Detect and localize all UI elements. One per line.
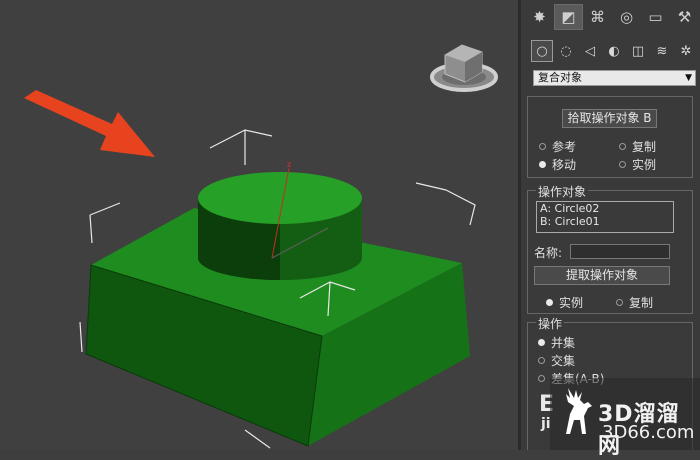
radio-label: 移动 [552, 158, 577, 172]
radio-dot [538, 357, 545, 364]
radio-dot [619, 161, 626, 168]
shapes-button[interactable]: ◌ [555, 40, 577, 62]
category-dropdown[interactable]: 复合对象 ▼ [533, 70, 696, 86]
display-tab[interactable]: ▭ [641, 4, 670, 30]
motion-tab[interactable]: ◎ [612, 4, 641, 30]
radio-union[interactable]: 并集 [538, 334, 575, 351]
pick-operand-b-button[interactable]: 拾取操作对象 B [562, 109, 657, 128]
radio-dot [539, 161, 546, 168]
radio-extract-copy[interactable]: 复制 [616, 294, 653, 311]
radio-label: 实例 [632, 158, 657, 172]
geometry-button[interactable]: ○ [531, 40, 553, 62]
helpers-icon: ◫ [631, 43, 645, 59]
annotation-arrow [24, 90, 155, 157]
operands-list[interactable]: A: Circle02 B: Circle01 [536, 201, 674, 233]
radio-reference[interactable]: 参考 [539, 138, 576, 155]
radio-dot [619, 143, 626, 150]
list-item[interactable]: A: Circle02 [537, 202, 673, 215]
radio-label: 并集 [551, 336, 576, 350]
create-subcategories: ○ ◌ ◁ ◐ ◫ ≋ ✲ [531, 40, 700, 62]
display-icon: ▭ [648, 8, 663, 26]
shapes-icon: ◌ [560, 43, 572, 59]
hierarchy-icon: ⌘ [590, 8, 605, 26]
radio-move[interactable]: 移动 [539, 156, 576, 173]
radio-label: 复制 [629, 296, 654, 310]
operands-group: 操作对象 A: Circle02 B: Circle01 名称: 提取操作对象 … [527, 183, 693, 314]
perspective-viewport[interactable]: z [0, 0, 518, 450]
geometry-icon: ○ [536, 43, 548, 59]
modify-icon: ◩ [561, 8, 576, 26]
lights-button[interactable]: ◁ [579, 40, 601, 62]
modify-tab[interactable]: ◩ [554, 4, 583, 30]
cameras-icon: ◐ [608, 43, 620, 59]
category-dropdown-value: 复合对象 [538, 71, 582, 84]
list-item[interactable]: B: Circle01 [537, 215, 673, 228]
utilities-icon: ⚒ [677, 8, 692, 26]
view-cube[interactable] [430, 44, 498, 92]
z-axis-label: z [287, 160, 291, 169]
deer-logo-icon [566, 388, 592, 434]
radio-label: 实例 [559, 296, 584, 310]
radio-copy[interactable]: 复制 [619, 138, 656, 155]
helpers-button[interactable]: ◫ [627, 40, 649, 62]
radio-dot [538, 339, 545, 346]
scene-canvas[interactable]: z [0, 0, 518, 450]
radio-dot [539, 143, 546, 150]
radio-label: 复制 [632, 140, 657, 154]
spacewarps-icon: ≋ [656, 43, 668, 59]
command-panel-tabs: ✸ ◩ ⌘ ◎ ▭ ⚒ [525, 4, 700, 32]
radio-dot [616, 299, 623, 306]
cylinder-object [198, 172, 362, 280]
radio-extract-instance[interactable]: 实例 [546, 294, 583, 311]
lights-icon: ◁ [585, 43, 595, 59]
site-watermark: 3D溜溜网 3D66.com [550, 378, 700, 459]
create-tab[interactable]: ✸ [525, 4, 554, 30]
chevron-down-icon: ▼ [685, 73, 692, 83]
extract-operand-button[interactable]: 提取操作对象 [534, 266, 670, 285]
radio-dot [546, 299, 553, 306]
name-label: 名称: [534, 246, 563, 260]
spacewarps-button[interactable]: ≋ [651, 40, 673, 62]
operands-group-title: 操作对象 [536, 183, 589, 200]
radio-dot [538, 375, 545, 382]
systems-icon: ✲ [680, 43, 692, 59]
radio-label: 参考 [552, 140, 577, 154]
hierarchy-tab[interactable]: ⌘ [583, 4, 612, 30]
cameras-button[interactable]: ◐ [603, 40, 625, 62]
radio-instance[interactable]: 实例 [619, 156, 656, 173]
watermark-url: 3D66.com [602, 422, 695, 443]
utilities-tab[interactable]: ⚒ [670, 4, 699, 30]
motion-icon: ◎ [619, 8, 634, 26]
radio-intersection[interactable]: 交集 [538, 352, 575, 369]
systems-button[interactable]: ✲ [675, 40, 697, 62]
radio-label: 交集 [551, 354, 576, 368]
operation-group-title: 操作 [536, 315, 565, 332]
create-icon: ✸ [533, 8, 546, 26]
name-field[interactable] [570, 244, 670, 259]
pick-operand-rollout: 拾取操作对象 B 参考 复制 移动 实例 [527, 96, 693, 178]
